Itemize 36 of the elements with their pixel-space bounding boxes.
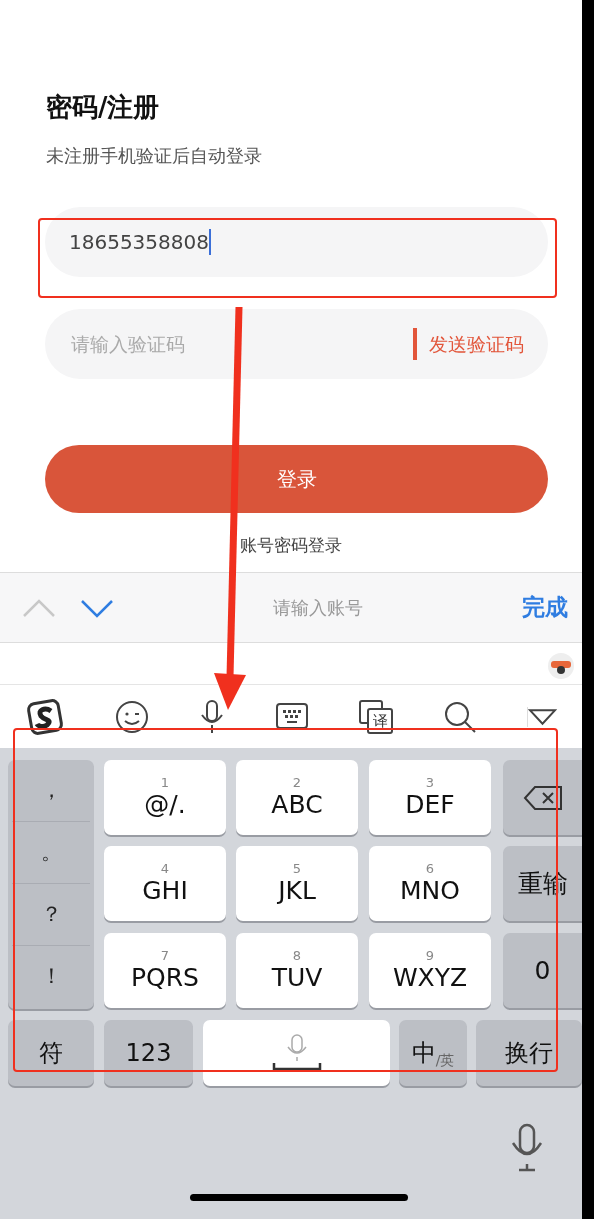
keypad-key[interactable]: 9 WXYZ <box>369 933 491 1008</box>
page-title: 密码/注册 <box>45 91 161 124</box>
send-code-button[interactable]: 发送验证码 <box>413 327 524 361</box>
keypad-key[interactable]: 8 TUV <box>236 933 358 1008</box>
input-hint: 请输入账号 <box>272 596 364 620</box>
emoji-icon[interactable] <box>115 700 149 734</box>
mascot-icon[interactable] <box>546 650 576 680</box>
keyboard-key[interactable]: 0 <box>503 933 582 1008</box>
keypad-key[interactable]: 5 JKL <box>236 846 358 921</box>
keypad-key[interactable]: 6 MNO <box>369 846 491 921</box>
keypad-key[interactable]: 1 @/. <box>104 760 226 835</box>
code-field[interactable]: 请输入验证码 发送验证码 <box>45 309 548 379</box>
login-button[interactable]: 登录 <box>45 445 548 513</box>
keypad-key[interactable]: 3 DEF <box>369 760 491 835</box>
keypad-key[interactable]: 4 GHI <box>104 846 226 921</box>
backspace-key[interactable] <box>503 760 582 835</box>
keyboard-key[interactable]: 换行 <box>476 1020 582 1086</box>
collapse-keyboard-icon[interactable] <box>527 707 557 727</box>
dictation-mic-icon[interactable] <box>510 1123 544 1173</box>
search-icon[interactable] <box>443 700 477 734</box>
punctuation-key[interactable]: ？ <box>12 884 90 946</box>
punctuation-key[interactable]: ， <box>12 760 90 822</box>
punctuation-key[interactable]: ！ <box>12 946 90 1008</box>
keypad-key[interactable]: 2 ABC <box>236 760 358 835</box>
space-key[interactable] <box>203 1020 390 1086</box>
keyboard-key[interactable]: 符 <box>8 1020 94 1086</box>
subtitle: 未注册手机验证后自动登录 <box>45 144 263 168</box>
done-button[interactable]: 完成 <box>522 590 568 625</box>
microphone-icon[interactable] <box>199 699 225 735</box>
keyboard-key[interactable]: 123 <box>104 1020 193 1086</box>
space-mic-icon <box>271 1033 322 1073</box>
keypad-key[interactable]: 7 PQRS <box>104 933 226 1008</box>
punctuation-key[interactable]: 。 <box>12 822 90 884</box>
account-login-link[interactable]: 账号密码登录 <box>0 533 582 559</box>
phone-field[interactable]: 18655358808 <box>45 207 548 277</box>
backspace-icon <box>522 784 563 811</box>
